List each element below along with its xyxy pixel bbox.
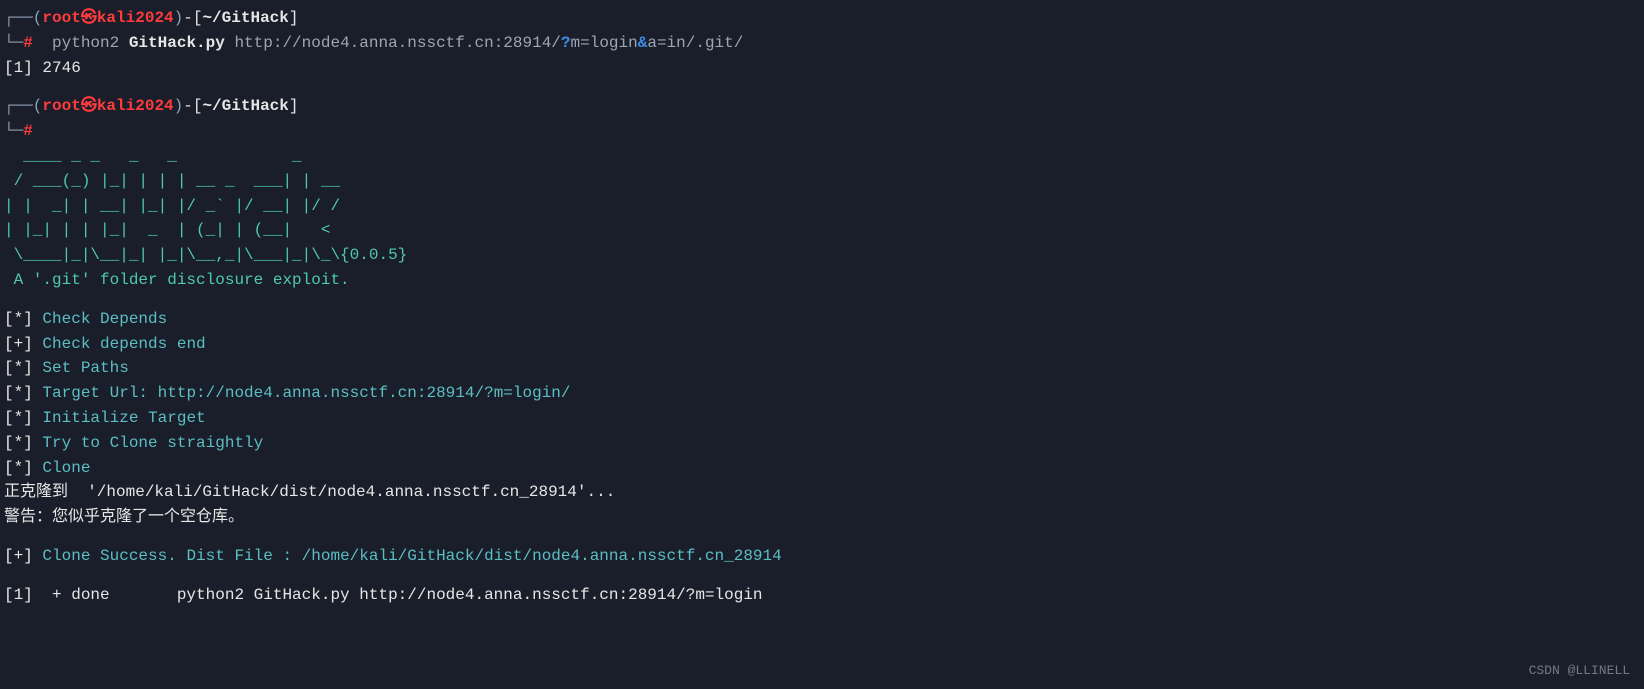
step-5: [*] Try to Clone straightly (4, 431, 1640, 456)
prompt-line-1-top: ┌──(root㉿kali2024)-[~/GitHack] (4, 6, 1640, 31)
step-1: [+] Check depends end (4, 332, 1640, 357)
prompt-line-1-cmd[interactable]: └─# python2 GitHack.py http://node4.anna… (4, 31, 1640, 56)
prompt-line-2-top: ┌──(root㉿kali2024)-[~/GitHack] (4, 94, 1640, 119)
step-4: [*] Initialize Target (4, 406, 1640, 431)
step-3: [*] Target Url: http://node4.anna.nssctf… (4, 381, 1640, 406)
output-clone: 正克隆到 '/home/kali/GitHack/dist/node4.anna… (4, 480, 1640, 505)
job-id: [1] 2746 (4, 56, 1640, 81)
output-warning: 警告：您似乎克隆了一个空仓库。 (4, 505, 1640, 530)
watermark: CSDN @LLINELL (1529, 661, 1630, 681)
ascii-0: ____ _ _ _ _ _ (4, 144, 1640, 169)
ascii-1: / ___(_) |_| | | | __ _ ___| | __ (4, 169, 1640, 194)
prompt-line-2-cmd[interactable]: └─# (4, 119, 1640, 144)
ascii-2: | | _| | __| |_| |/ _` |/ __| |/ / (4, 194, 1640, 219)
step-6: [*] Clone (4, 456, 1640, 481)
ascii-4: \____|_|\__|_| |_|\__,_|\___|_|\_\{0.0.5… (4, 243, 1640, 268)
ascii-3: | |_| | | |_| _ | (_| | (__| < (4, 218, 1640, 243)
step-2: [*] Set Paths (4, 356, 1640, 381)
job-done: [1] + done python2 GitHack.py http://nod… (4, 583, 1640, 608)
ascii-5: A '.git' folder disclosure exploit. (4, 268, 1640, 293)
step-success: [+] Clone Success. Dist File : /home/kal… (4, 544, 1640, 569)
step-0: [*] Check Depends (4, 307, 1640, 332)
